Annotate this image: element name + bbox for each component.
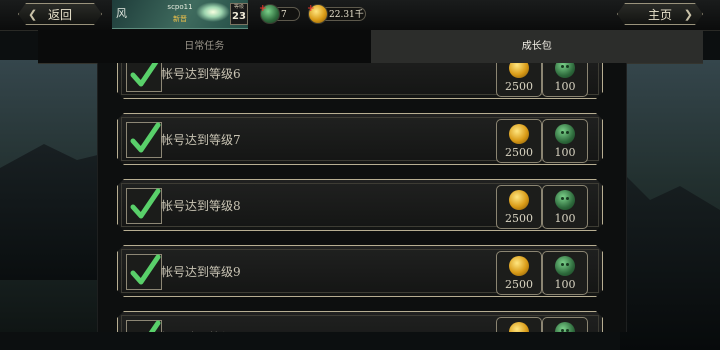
reward-gold-amount: 2500: [505, 146, 533, 159]
task-row[interactable]: 帐号达到等级6 2500 100: [117, 63, 603, 99]
reward-skulls[interactable]: 100: [542, 251, 588, 295]
task-tabs: 日常任务 成长包: [38, 30, 703, 64]
reward-gold[interactable]: 2500: [496, 185, 542, 229]
reward-skull-amount: 100: [554, 146, 576, 159]
task-label: 帐号达到等级7: [161, 131, 241, 148]
back-button[interactable]: ❮ 返回: [18, 3, 102, 25]
checkmark-icon: [126, 122, 162, 158]
checkmark-icon: [126, 254, 162, 290]
tab-daily-tasks[interactable]: 日常任务: [38, 30, 371, 63]
background-scenery-right: [620, 60, 720, 350]
gold-coin-icon: [509, 124, 529, 144]
top-bar: ❮ 返回 风 scpo11 新晋 等级 23 + 7 + 22.31千 主页 ❯: [0, 0, 720, 31]
gold-coin-icon: [509, 63, 529, 78]
gold-currency[interactable]: + 22.31千: [307, 4, 366, 24]
reward-gold-amount: 2500: [505, 278, 533, 291]
player-banner[interactable]: 风 scpo11 新晋: [112, 0, 248, 29]
reward-skull-amount: 100: [554, 80, 576, 93]
add-currency-icon[interactable]: +: [259, 2, 267, 16]
reward-skulls[interactable]: 100: [542, 185, 588, 229]
task-row[interactable]: 帐号达到等级9 2500 100: [117, 245, 603, 297]
chevron-left-icon: ❮: [28, 8, 38, 21]
level-label: 等级: [233, 4, 244, 10]
reward-skulls[interactable]: 100: [542, 63, 588, 97]
player-rank: 新晋: [173, 15, 187, 23]
task-text: 帐号达到等级: [161, 265, 234, 279]
reward-gold[interactable]: 2500: [496, 63, 542, 97]
task-list[interactable]: 帐号达到等级6 2500 100 帐号达到等级7 2500 100 帐号达到等级8 2500 1…: [97, 63, 627, 332]
background-scenery-left: [0, 60, 110, 332]
home-button[interactable]: 主页 ❯: [617, 3, 703, 25]
tab-growth-pack[interactable]: 成长包: [370, 30, 703, 63]
gold-coin-icon: [509, 190, 529, 210]
task-row[interactable]: 帐号达到等级7 2500 100: [117, 113, 603, 165]
checkmark-icon: [126, 188, 162, 224]
reward-gold[interactable]: 2500: [496, 251, 542, 295]
player-level-badge: 等级 23: [230, 3, 248, 25]
reward-skulls[interactable]: 100: [542, 119, 588, 163]
gold-coin-icon: [509, 256, 529, 276]
task-level: 9: [233, 265, 241, 279]
chevron-right-icon: ❯: [683, 8, 693, 21]
skull-coin-icon: [555, 190, 575, 210]
reward-gold[interactable]: [496, 317, 542, 332]
reward-skull-amount: 100: [554, 278, 576, 291]
reward-skull-amount: 100: [554, 212, 576, 225]
skull-currency-value: 7: [281, 10, 287, 20]
task-label: 帐号达到等级9: [161, 263, 241, 280]
reward-gold-amount: 2500: [505, 212, 533, 225]
task-text: 帐号达到等级: [161, 133, 234, 147]
add-currency-icon[interactable]: +: [307, 2, 315, 16]
task-level: 7: [233, 133, 241, 147]
gold-currency-value: 22.31千: [329, 10, 364, 20]
task-label: 帐号达到等级8: [161, 197, 241, 214]
task-level: 6: [233, 67, 241, 81]
checkmark-icon: [126, 320, 162, 332]
task-label: 帐号达到等级6: [161, 65, 241, 82]
gold-coin-icon: [509, 322, 529, 332]
task-text: 帐号达到等级: [161, 67, 234, 81]
checkmark-icon: [126, 63, 162, 92]
back-button-label: 返回: [47, 8, 72, 22]
reward-gold-amount: 2500: [505, 80, 533, 93]
skull-coin-icon: [555, 124, 575, 144]
task-row[interactable]: 帐号达到等级8 2500 100: [117, 179, 603, 231]
skull-coin-icon: [555, 322, 575, 332]
skull-coin-icon: [555, 256, 575, 276]
task-level: 8: [233, 199, 241, 213]
skull-coin-icon: [555, 63, 575, 78]
reward-gold[interactable]: 2500: [496, 119, 542, 163]
level-value: 23: [232, 11, 246, 22]
skull-currency[interactable]: + 7: [259, 4, 300, 24]
task-text: 帐号达到等级: [161, 199, 234, 213]
reward-skulls[interactable]: [542, 317, 588, 332]
home-button-label: 主页: [647, 8, 672, 22]
player-name: scpo11: [167, 3, 193, 11]
task-row[interactable]: 帐号达到等级10: [117, 311, 603, 332]
